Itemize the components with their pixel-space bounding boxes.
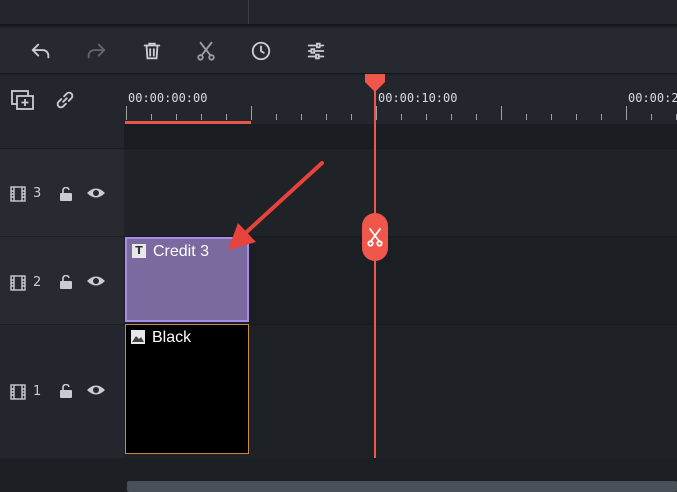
time-ruler[interactable]: 00:00:00:00 00:00:10:00 00:00:20 <box>124 75 677 124</box>
ruler-tick <box>526 114 527 120</box>
delete-button[interactable] <box>139 38 165 64</box>
ruler-tick <box>276 114 277 120</box>
unlock-icon[interactable] <box>59 384 73 398</box>
timeline-editor: 00:00:00:00 00:00:10:00 00:00:20 3 2 <box>0 0 677 492</box>
track-header-2: 2 <box>0 236 124 324</box>
ruler-tick <box>176 114 177 120</box>
ruler-tick <box>401 114 402 120</box>
cut-button[interactable] <box>193 38 219 64</box>
ruler-tick <box>251 106 252 120</box>
adjust-icon <box>307 42 325 60</box>
track-number: 3 <box>33 186 42 201</box>
ruler-tick <box>201 114 202 120</box>
unlock-icon[interactable] <box>59 187 73 201</box>
clip-black[interactable]: Black <box>125 324 249 454</box>
ruler-tick <box>501 106 502 120</box>
redo-button[interactable] <box>83 38 109 64</box>
film-icon <box>10 275 26 291</box>
preview-strip <box>0 0 677 26</box>
ruler-tick <box>126 106 127 120</box>
text-clip-icon: T <box>132 244 146 258</box>
link-icon <box>56 91 74 109</box>
clock-icon <box>251 41 271 61</box>
eye-icon[interactable] <box>86 274 106 288</box>
track-header-1: 1 <box>0 324 124 458</box>
add-track-icon <box>11 90 34 110</box>
adjust-button[interactable] <box>303 38 329 64</box>
redo-icon <box>87 43 106 59</box>
image-clip-icon <box>131 330 145 344</box>
ruler-tick <box>576 114 577 120</box>
eye-icon[interactable] <box>86 383 106 397</box>
track-header-3: 3 <box>0 148 124 236</box>
film-icon <box>10 186 26 202</box>
ruler-tick <box>351 114 352 120</box>
ruler-tick <box>226 114 227 120</box>
track-header-spacer <box>0 124 124 148</box>
link-button[interactable] <box>52 87 78 113</box>
ruler-tick <box>151 114 152 120</box>
playhead-handle[interactable] <box>365 74 385 92</box>
ruler-tick <box>301 114 302 120</box>
playhead-line <box>374 82 376 482</box>
ruler-tick <box>476 114 477 120</box>
ruler-tick <box>601 114 602 120</box>
timecode-label: 00:00:00:00 <box>128 91 208 105</box>
ruler-tick <box>626 106 627 120</box>
clip-label: Black <box>152 329 192 346</box>
divider <box>248 0 249 24</box>
ruler-tick <box>551 114 552 120</box>
clip-label: Credit 3 <box>153 243 210 260</box>
timecode-label: 00:00:20 <box>628 91 677 105</box>
track-header-controls <box>0 75 124 124</box>
cut-icon <box>197 41 215 61</box>
ruler-tick <box>651 114 652 120</box>
delete-icon <box>143 42 161 60</box>
timeline-toolbar <box>0 28 677 74</box>
add-track-button[interactable] <box>10 87 36 113</box>
speed-button[interactable] <box>248 38 274 64</box>
timecode-label: 00:00:10:00 <box>378 91 458 105</box>
horizontal-scrollbar[interactable] <box>127 481 677 492</box>
ruler-tick <box>326 114 327 120</box>
ruler-tick <box>376 106 377 120</box>
clip-credit-3[interactable]: T Credit 3 <box>125 237 249 322</box>
undo-button[interactable] <box>28 38 54 64</box>
scissors-icon <box>367 228 383 247</box>
track-number: 1 <box>33 384 42 399</box>
track-lane-3[interactable] <box>124 148 677 236</box>
unlock-icon[interactable] <box>59 275 73 289</box>
track-number: 2 <box>33 275 42 290</box>
split-button[interactable] <box>362 213 388 261</box>
eye-icon[interactable] <box>86 186 106 200</box>
ruler-tick <box>451 114 452 120</box>
undo-icon <box>31 43 50 59</box>
film-icon <box>10 384 26 400</box>
ruler-tick <box>426 114 427 120</box>
track-spacer <box>124 124 677 148</box>
